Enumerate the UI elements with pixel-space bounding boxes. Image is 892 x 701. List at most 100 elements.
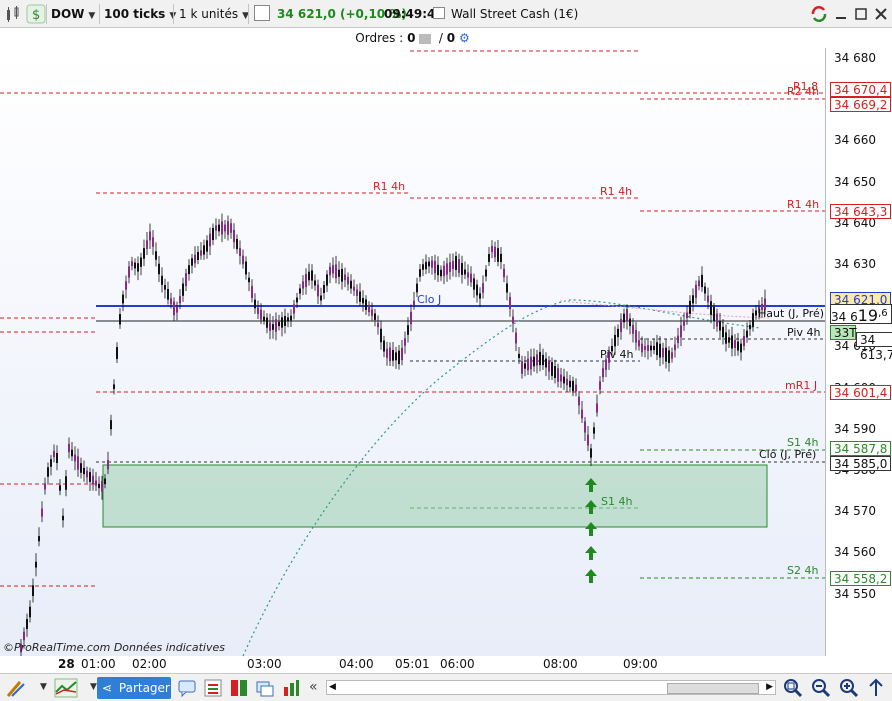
candle — [722, 326, 724, 338]
comment-icon[interactable] — [177, 678, 197, 698]
candle — [128, 266, 130, 278]
candle — [395, 352, 397, 361]
candle — [350, 280, 352, 289]
chart-canvas[interactable] — [0, 48, 825, 656]
gear-icon[interactable]: ⚙ — [459, 31, 470, 45]
candle — [341, 268, 343, 282]
auto-scroll-icon[interactable] — [866, 678, 886, 698]
candle — [695, 284, 697, 298]
candle — [374, 313, 376, 320]
support-zone[interactable] — [102, 464, 768, 528]
close-icon[interactable] — [871, 4, 891, 24]
indicators-icon[interactable] — [54, 678, 78, 698]
tag-r1-8: 34 670,4 — [830, 82, 892, 97]
candle — [698, 280, 700, 287]
drawing-tools-icon[interactable] — [6, 678, 26, 698]
candle — [104, 478, 106, 485]
units-label: 1 k unités — [179, 7, 239, 21]
candle — [275, 319, 277, 332]
price-axis[interactable]: 34 68034 67034 66034 65034 64034 63034 6… — [825, 48, 892, 656]
candle — [584, 421, 586, 433]
candle — [89, 472, 91, 482]
candle — [728, 337, 730, 343]
candle — [137, 263, 139, 272]
units-selector[interactable]: 1 k unités ▼ — [179, 3, 249, 25]
trading-icon[interactable]: $ — [26, 4, 46, 24]
chevron-down-icon[interactable]: ▼ — [40, 682, 47, 692]
candle — [176, 306, 178, 313]
zoom-in-icon[interactable] — [839, 678, 859, 698]
candle — [191, 258, 193, 266]
calculator-icon[interactable] — [254, 5, 270, 21]
x-tick: 01:00 — [81, 657, 116, 671]
analysis-icon[interactable] — [281, 678, 301, 698]
label-r1-4h-c: R1 4h — [787, 198, 820, 211]
tag-clo-j-pre: 34 585,0 — [830, 456, 892, 471]
candle — [335, 264, 337, 279]
candle — [167, 289, 169, 300]
candle — [338, 269, 340, 277]
zoom-out-icon[interactable] — [811, 678, 831, 698]
candle — [152, 237, 154, 247]
candle — [467, 272, 469, 278]
instrument-selector[interactable]: DOW ▼ — [51, 3, 95, 25]
ticks-selector[interactable]: 100 ticks▼ — [104, 3, 176, 25]
price-chart[interactable]: R1,8 R2 4h R1 4h R1 4h R1 4h Clo J Haut … — [0, 48, 825, 656]
candle — [359, 291, 361, 302]
candle — [239, 248, 241, 256]
candle — [692, 295, 694, 304]
refresh-icon[interactable] — [809, 4, 829, 24]
watermark: ©ProRealTime.com Données indicatives — [3, 641, 225, 654]
candle — [674, 344, 676, 351]
windows-icon[interactable] — [255, 678, 275, 698]
minimize-icon[interactable] — [831, 4, 851, 24]
list-icon[interactable] — [203, 678, 223, 698]
candle — [308, 271, 310, 281]
candle — [569, 380, 571, 388]
candle — [296, 297, 298, 303]
candle — [737, 341, 739, 351]
candle — [413, 300, 415, 306]
tag-r1-4h: 34 643,3 — [830, 204, 892, 219]
candle — [62, 515, 64, 521]
candle — [683, 320, 685, 326]
candle — [656, 342, 658, 356]
orders-icon[interactable] — [419, 33, 432, 44]
candle — [212, 227, 214, 241]
y-tick: 34 630 — [834, 257, 876, 271]
candle — [548, 360, 550, 372]
top-toolbar: $ DOW▼ 100 ticks▼ 1 k unités▼ 34 621,0 (… — [0, 0, 892, 28]
candle — [230, 223, 232, 233]
candle — [188, 265, 190, 275]
candle — [197, 251, 199, 261]
scroll-start-icon[interactable]: « — [309, 679, 318, 695]
candle — [353, 286, 355, 291]
chart-type-icon[interactable] — [3, 4, 23, 24]
candle — [650, 345, 652, 351]
candle — [284, 316, 286, 326]
candle — [731, 335, 733, 349]
candle — [233, 229, 235, 243]
horizontal-scrollbar[interactable]: ◀ ▶ — [326, 680, 776, 695]
scrollbar-thumb[interactable] — [667, 683, 759, 694]
candle — [446, 263, 448, 275]
y-tick: 34 660 — [834, 133, 876, 148]
candle — [419, 269, 421, 277]
zoom-fit-icon[interactable] — [783, 678, 803, 698]
candle — [563, 376, 565, 384]
orderbook-icon[interactable] — [229, 678, 249, 698]
orders-bar: Ordres : 0 / 0 ⚙ — [355, 31, 470, 45]
y-tick: 34 570 — [834, 504, 876, 519]
candle — [455, 256, 457, 270]
scroll-right-icon[interactable]: ▶ — [766, 681, 773, 694]
scroll-left-icon[interactable]: ◀ — [329, 681, 336, 694]
candle — [404, 338, 406, 346]
maximize-icon[interactable] — [851, 4, 871, 24]
time-axis[interactable]: 28 01:00 02:00 03:00 04:00 05:01 06:00 0… — [0, 656, 825, 672]
candle — [119, 314, 121, 325]
chevron-down-icon[interactable]: ▼ — [90, 682, 97, 692]
tick-count-tag: 33T — [830, 325, 857, 340]
candle — [716, 313, 718, 327]
share-button[interactable]: ⋖ Partager — [97, 677, 171, 699]
candle — [227, 221, 229, 235]
